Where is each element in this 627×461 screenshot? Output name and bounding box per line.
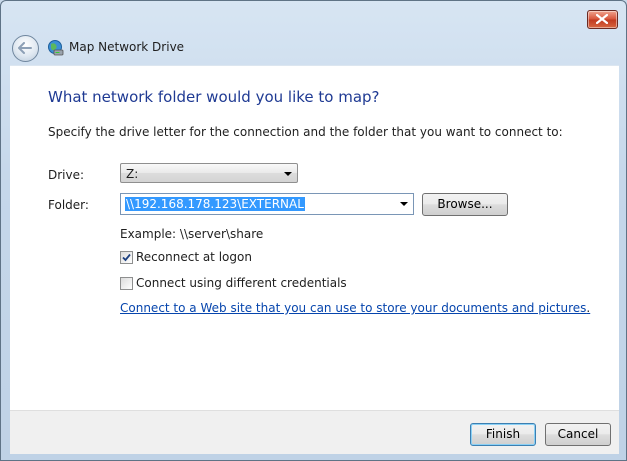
reconnect-label[interactable]: Reconnect at logon xyxy=(136,250,252,264)
drive-select-value: Z: xyxy=(126,167,139,181)
close-button[interactable] xyxy=(587,10,618,29)
finish-button[interactable]: Finish xyxy=(470,423,536,446)
back-button[interactable] xyxy=(12,35,39,62)
credentials-checkbox[interactable] xyxy=(120,277,133,290)
reconnect-checkbox[interactable] xyxy=(120,251,133,264)
folder-combobox[interactable]: \\192.168.178.123\EXTERNAL xyxy=(120,193,414,215)
browse-button[interactable]: Browse... xyxy=(422,193,508,216)
folder-input-value[interactable]: \\192.168.178.123\EXTERNAL xyxy=(125,197,305,211)
close-icon xyxy=(596,14,608,24)
web-site-link-text[interactable]: Connect to a Web site that you can use t… xyxy=(120,301,586,315)
map-network-drive-window: Map Network Drive What network folder wo… xyxy=(0,0,627,461)
checkmark-icon xyxy=(122,253,131,262)
example-text: Example: \\server\share xyxy=(120,227,264,241)
credentials-label[interactable]: Connect using different credentials xyxy=(136,276,347,290)
network-drive-icon xyxy=(48,40,64,56)
cancel-button[interactable]: Cancel xyxy=(545,423,611,446)
link-period: . xyxy=(586,301,591,315)
chevron-down-icon[interactable] xyxy=(400,202,408,206)
button-bar: Finish Cancel xyxy=(10,410,619,454)
drive-label: Drive: xyxy=(48,168,85,182)
page-heading: What network folder would you like to ma… xyxy=(48,88,380,106)
content-area: What network folder would you like to ma… xyxy=(10,65,619,411)
web-site-link[interactable]: Connect to a Web site that you can use t… xyxy=(120,301,590,315)
folder-label: Folder: xyxy=(48,198,89,212)
chevron-down-icon xyxy=(284,172,292,176)
window-title: Map Network Drive xyxy=(69,40,185,54)
drive-select[interactable]: Z: xyxy=(120,163,298,183)
back-arrow-icon xyxy=(18,42,32,54)
instruction-text: Specify the drive letter for the connect… xyxy=(48,125,563,139)
